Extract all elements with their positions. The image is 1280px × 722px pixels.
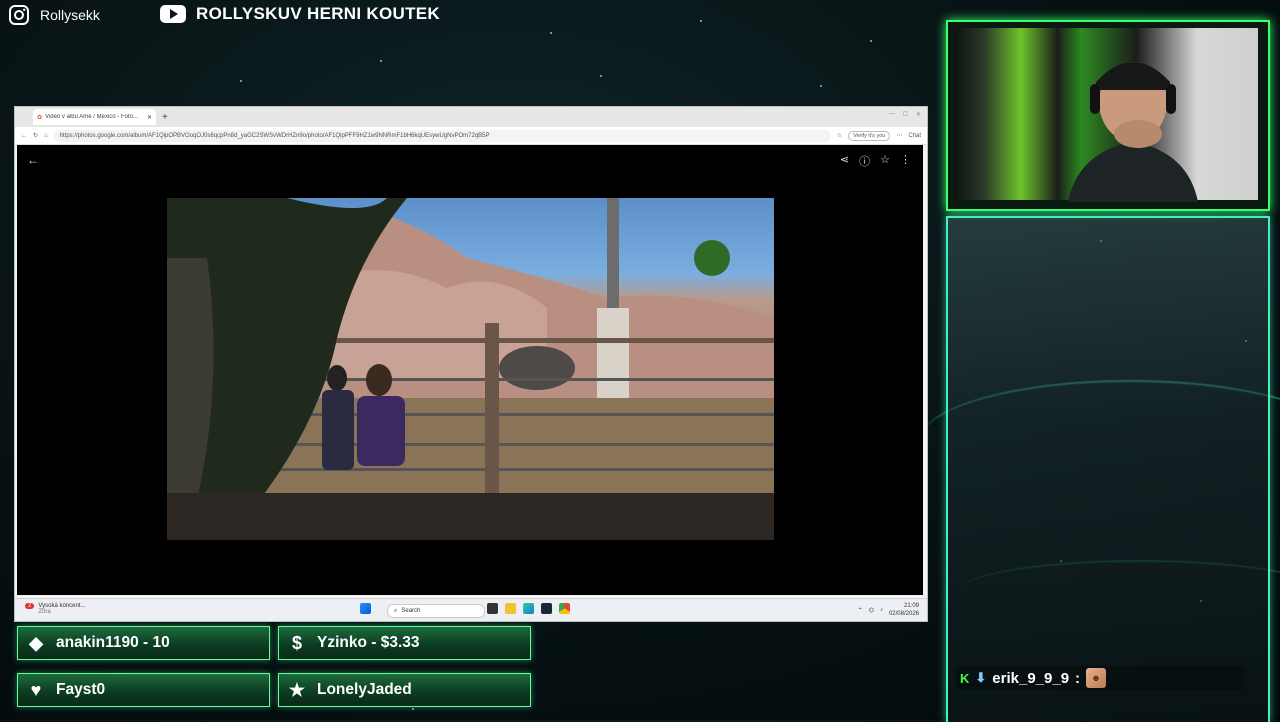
chat-button[interactable]: Chat [908, 133, 921, 139]
address-bar: ← ↻ ⌂ https://photos.google.com/album/AF… [15, 127, 927, 145]
news-badge: 2 [25, 603, 35, 609]
tab-bar: ✿ Video v albu Ame / Mexico - Foto... ✕ … [15, 107, 927, 127]
tab-title: Video v albu Ame / Mexico - Foto... [45, 114, 138, 120]
alert-text: anakin1190 - 10 [56, 634, 170, 651]
kick-badge-icon: K [960, 670, 970, 686]
search-placeholder: Search [401, 608, 421, 614]
youtube-icon [160, 5, 186, 23]
url-field[interactable]: https://photos.google.com/album/AF1QipOP… [53, 129, 831, 142]
close-tab-icon[interactable]: ✕ [147, 114, 152, 121]
star-icon: ★ [288, 679, 306, 700]
windows-start-icon[interactable] [360, 603, 371, 614]
alert-text: Fayst0 [56, 681, 106, 698]
chrome-icon[interactable] [559, 603, 570, 614]
zoo-scene-image [167, 198, 774, 540]
instagram-icon [9, 5, 29, 25]
network-icon[interactable]: ⌬ [869, 607, 874, 614]
emote-face-icon: ☻ [1086, 668, 1107, 688]
alert-text: LonelyJaded [317, 681, 412, 698]
browser-window: ✿ Video v albu Ame / Mexico - Foto... ✕ … [14, 106, 928, 622]
edge-icon[interactable] [523, 603, 534, 614]
volume-icon[interactable]: ♪ [880, 607, 883, 613]
taskbar-apps [360, 603, 371, 614]
tray-chevron-icon[interactable]: ⌃ [858, 607, 863, 614]
news-widget[interactable]: 2 Vysoká koncent... Zítra [25, 603, 85, 615]
photo-viewer: ← ⋖ ⓘ ☆ ⋮ [17, 145, 923, 595]
webcam-feed [954, 28, 1258, 202]
streamer-figure [1068, 62, 1198, 202]
home-icon[interactable]: ⌂ [44, 133, 48, 139]
info-icon[interactable]: ⓘ [859, 153, 870, 169]
menu-dots-icon[interactable]: ⋯ [896, 132, 902, 139]
zoo-photo[interactable] [167, 198, 774, 540]
chat-separator: : [1075, 669, 1081, 687]
system-tray: ⌃ ⌬ ♪ 21:09 02/08/2026 [858, 602, 919, 618]
taskbar-search[interactable]: ⌕ Search [387, 604, 485, 618]
new-tab-button[interactable]: + [162, 112, 168, 123]
search-icon: ⌕ [394, 607, 398, 614]
pinned-apps [487, 603, 570, 614]
alert-bar-latest-follower: ♥ Fayst0 [17, 673, 270, 707]
clock-date: 02/08/2026 [888, 611, 919, 617]
google-photos-icon: ✿ [37, 114, 43, 121]
youtube-channel-name: ROLLYSKUV HERNI KOUTEK [196, 4, 440, 23]
viewer-toolbar: ⋖ ⓘ ☆ ⋮ [840, 153, 911, 169]
bookmark-star-icon[interactable]: ☆ [837, 132, 842, 139]
dollar-icon: $ [291, 632, 302, 653]
close-window-icon[interactable]: ✕ [916, 111, 921, 118]
tab-photos[interactable]: ✿ Video v albu Ame / Mexico - Foto... ✕ [33, 109, 156, 125]
heart-icon: ♥ [30, 679, 42, 700]
more-options-icon[interactable]: ⋮ [900, 153, 911, 169]
minimize-icon[interactable]: — [889, 111, 895, 118]
instagram-link[interactable]: Rollysekk [8, 4, 100, 26]
news-subtitle: Zítra [38, 609, 51, 615]
webcam-frame [946, 20, 1270, 211]
alert-text: Yzinko - $3.33 [317, 634, 420, 651]
verify-button[interactable]: Verify it's you [848, 130, 891, 141]
sub-badge-icon: ⬇ [975, 670, 987, 685]
viewer-back-icon[interactable]: ← [27, 153, 39, 167]
back-icon[interactable]: ← [21, 133, 27, 139]
favorite-star-icon[interactable]: ☆ [880, 153, 890, 169]
clock[interactable]: 21:09 02/08/2026 [889, 602, 919, 618]
clock-time: 21:09 [903, 603, 919, 609]
window-controls: — ☐ ✕ [889, 111, 921, 118]
steam-icon[interactable] [541, 603, 552, 614]
windows-taskbar: 2 Vysoká koncent... Zítra ⌕ Search ⌃ ⌬ ♪… [15, 598, 927, 621]
alert-bar-latest-donation: $ Yzinko - $3.33 [278, 626, 531, 660]
share-icon[interactable]: ⋖ [840, 153, 849, 169]
maximize-icon[interactable]: ☐ [903, 111, 908, 118]
chat-message: K ⬇ erik_9_9_9 : ☻ [956, 666, 1244, 690]
alert-bar-top-donor: ◆ anakin1190 - 10 [17, 626, 270, 660]
chat-panel: K ⬇ erik_9_9_9 : ☻ [946, 216, 1270, 722]
reload-icon[interactable]: ↻ [33, 132, 38, 139]
alert-bar-latest-subscriber: ★ LonelyJaded [278, 673, 531, 707]
chat-username[interactable]: erik_9_9_9 [992, 670, 1069, 687]
file-explorer-icon[interactable] [505, 603, 516, 614]
diamond-icon: ◆ [29, 632, 43, 653]
task-view-icon[interactable] [487, 603, 498, 614]
instagram-handle: Rollysekk [40, 7, 100, 23]
youtube-link[interactable]: ROLLYSKUV HERNI KOUTEK [160, 4, 440, 24]
